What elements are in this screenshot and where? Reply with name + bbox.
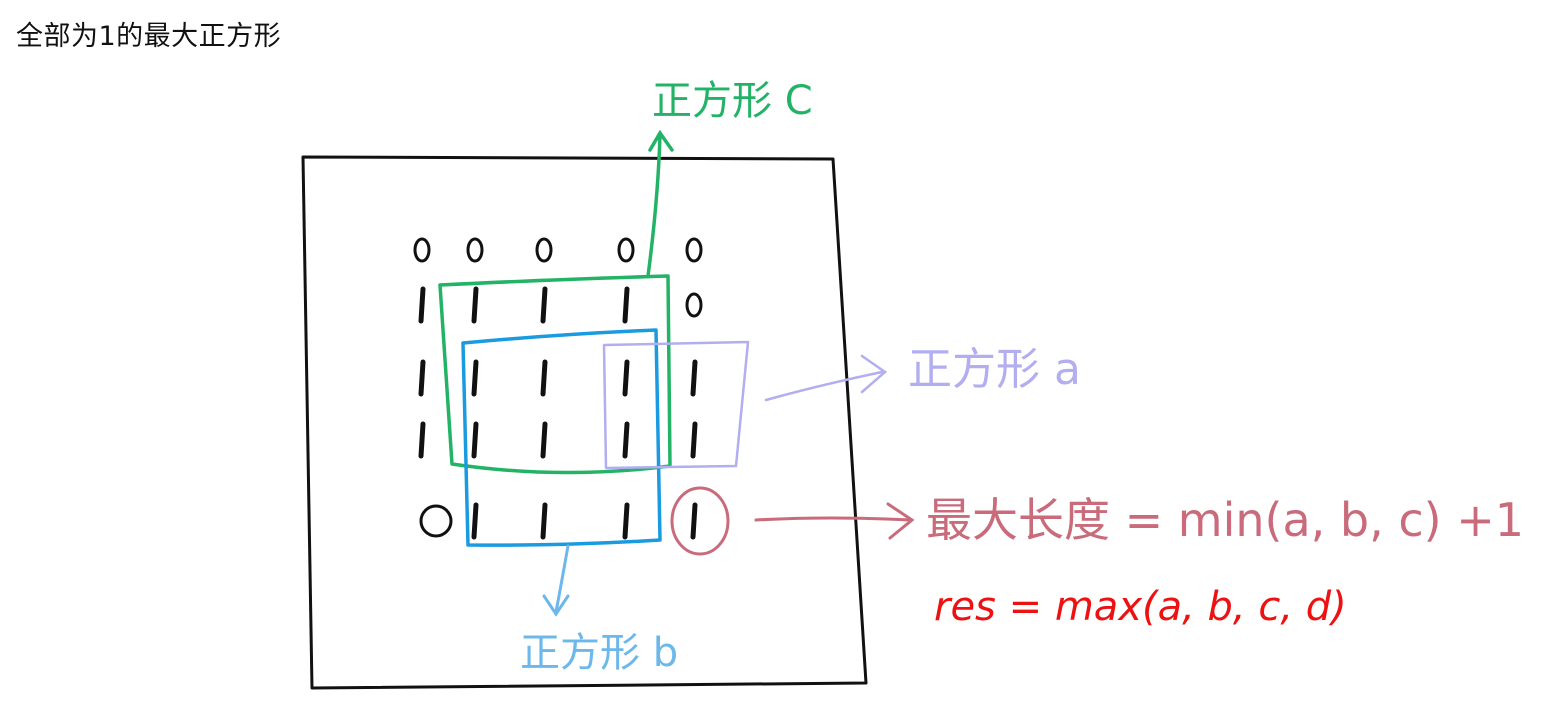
cell-zero-r0-c0 [413, 237, 431, 263]
cell-one-r1-c0 [418, 286, 426, 324]
cell-zero-r1-c4 [685, 292, 703, 318]
cell-one-r1-c1 [471, 286, 479, 324]
square-b-outline [461, 328, 662, 547]
cell-zero-r0-c2 [535, 237, 553, 263]
cell-one-r4-c1 [471, 502, 479, 540]
cell-zero-r4-c0 [419, 504, 453, 538]
cell-one-r3-c3 [622, 421, 630, 459]
cell-one-r2-c2 [540, 359, 548, 397]
cell-one-r3-c2 [540, 421, 548, 459]
square-b-label: 正方形 b [520, 630, 678, 676]
target-cell-circle [670, 486, 730, 556]
cell-zero-r0-c3 [617, 237, 635, 263]
cell-zero-r0-c4 [685, 237, 703, 263]
square-a-label: 正方形 a [908, 344, 1081, 395]
square-b-arrow [542, 544, 570, 617]
cell-one-r4-c3 [622, 502, 630, 540]
cell-one-r2-c1 [471, 359, 479, 397]
cell-one-r2-c3 [622, 359, 630, 397]
max-length-formula: 最大长度 = min(a, b, c) +1 [926, 493, 1524, 547]
square-c-label: 正方形 C [652, 78, 813, 124]
cell-one-r1-c3 [622, 286, 630, 324]
cell-zero-r0-c1 [466, 237, 484, 263]
max-length-arrow [754, 502, 915, 540]
square-a-arrow [764, 354, 888, 402]
square-c-arrow [646, 129, 674, 278]
matrix-diagram: 正方形 C 正方形 b 正方形 a 最大长度 = min(a, b, c) +1… [301, 78, 1524, 690]
cell-one-r1-c2 [540, 286, 548, 324]
cell-one-r4-c2 [540, 502, 548, 540]
cell-one-r3-c4 [690, 421, 698, 459]
cell-one-r2-c0 [418, 359, 426, 397]
cell-one-r3-c1 [471, 421, 479, 459]
cell-one-r3-c0 [418, 421, 426, 459]
matrix-frame [301, 155, 868, 690]
cell-one-r2-c4 [690, 359, 698, 397]
result-formula: res = max(a, b, c, d) [934, 584, 1347, 630]
cell-one-r4-c4 [690, 502, 698, 540]
